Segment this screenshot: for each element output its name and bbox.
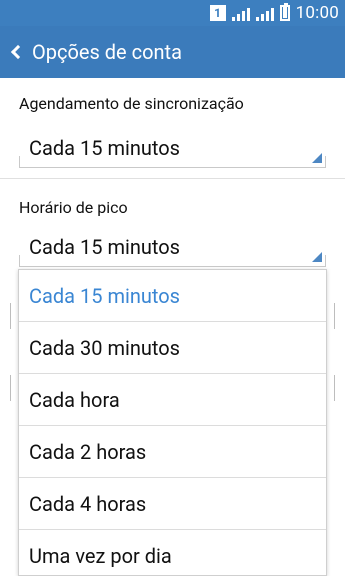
dropdown-option[interactable]: Cada hora bbox=[19, 374, 326, 426]
battery-fill bbox=[282, 7, 287, 18]
status-bar: 1 10:00 bbox=[0, 0, 345, 26]
app-bar: Opções de conta bbox=[0, 26, 345, 78]
battery-icon bbox=[279, 3, 290, 21]
dropdown-triangle-icon bbox=[312, 153, 322, 163]
peak-time-label: Horário de pico bbox=[19, 198, 128, 217]
sync-schedule-spinner[interactable]: Cada 15 minutos bbox=[19, 132, 326, 168]
section-divider bbox=[0, 178, 345, 179]
content-area: Agendamento de sincronização Cada 15 min… bbox=[0, 78, 345, 576]
sim-badge-icon: 1 bbox=[209, 5, 226, 21]
spinner-right-edge bbox=[325, 156, 326, 168]
background-control-edge bbox=[326, 375, 335, 401]
page-title: Opções de conta bbox=[32, 40, 182, 64]
chevron-left-icon bbox=[10, 44, 26, 60]
status-icons: 1 10:00 bbox=[209, 3, 339, 23]
dropdown-option[interactable]: Cada 2 horas bbox=[19, 426, 326, 478]
back-button[interactable] bbox=[2, 26, 34, 78]
frequency-dropdown-list: Cada 15 minutos Cada 30 minutos Cada hor… bbox=[18, 269, 327, 576]
signal-strength-icon bbox=[231, 5, 250, 21]
peak-time-value: Cada 15 minutos bbox=[29, 235, 181, 259]
background-control-edge bbox=[326, 303, 335, 329]
spinner-left-edge bbox=[19, 255, 20, 267]
spinner-left-edge bbox=[19, 156, 20, 168]
dropdown-option[interactable]: Uma vez por dia bbox=[19, 530, 326, 575]
dropdown-option[interactable]: Cada 4 horas bbox=[19, 478, 326, 530]
signal-strength-icon-2 bbox=[255, 5, 274, 21]
sync-schedule-value: Cada 15 minutos bbox=[29, 136, 181, 160]
sync-schedule-label: Agendamento de sincronização bbox=[19, 94, 244, 113]
dropdown-option[interactable]: Cada 30 minutos bbox=[19, 322, 326, 374]
peak-time-spinner[interactable]: Cada 15 minutos bbox=[19, 231, 326, 267]
spinner-right-edge bbox=[325, 255, 326, 267]
dropdown-triangle-icon bbox=[312, 252, 322, 262]
clock-time: 10:00 bbox=[295, 3, 339, 23]
dropdown-option[interactable]: Cada 15 minutos bbox=[19, 270, 326, 322]
